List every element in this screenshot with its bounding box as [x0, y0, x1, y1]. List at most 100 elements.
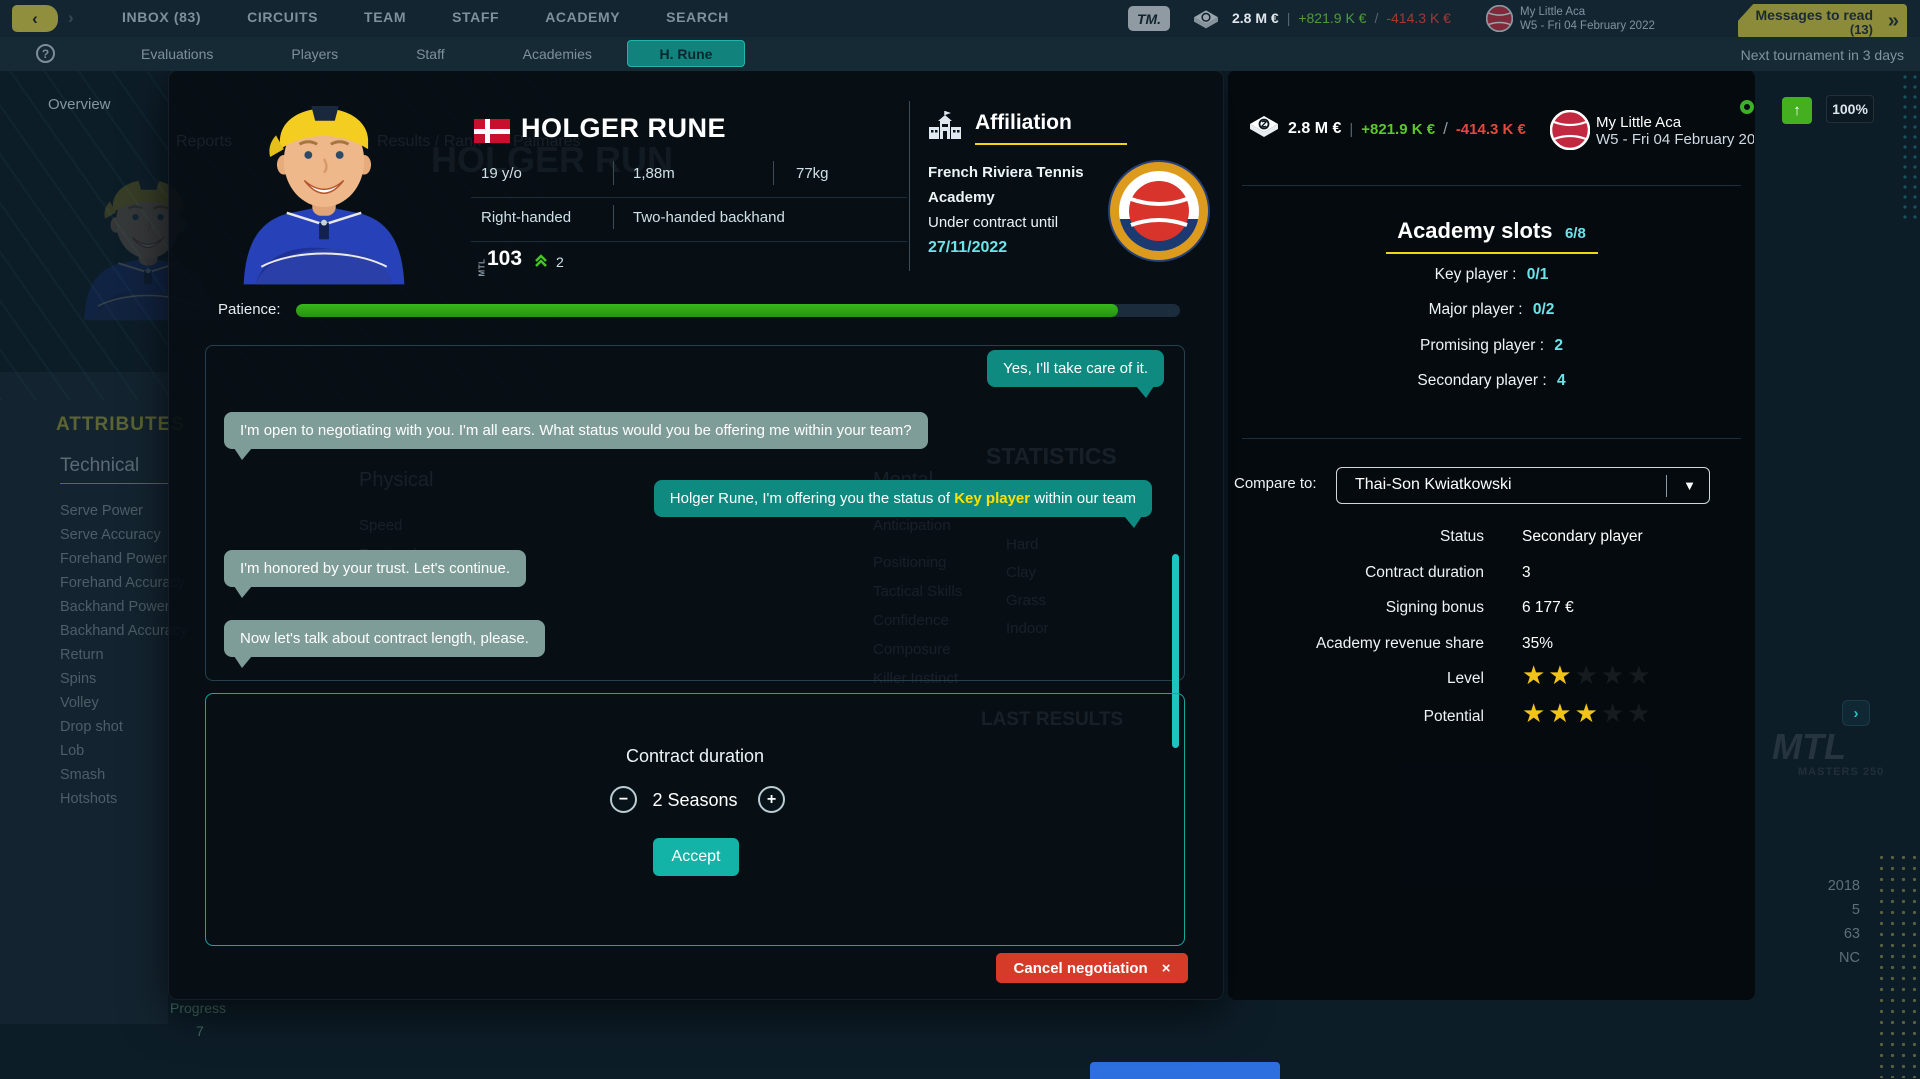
slot-value: 2 — [1554, 337, 1563, 354]
rank-change-value: 2 — [556, 254, 564, 270]
affiliation-contract-text: Under contract until — [928, 214, 1058, 231]
divider — [471, 197, 907, 198]
negotiation-chat: Yes, I'll take care of it. I'm open to n… — [205, 345, 1185, 681]
accept-button[interactable]: Accept — [653, 838, 739, 876]
bottom-blue-button[interactable] — [1090, 1062, 1280, 1079]
patience-bar-fill — [296, 304, 1118, 317]
compare-player-value: Thai-Son Kwiatkowski — [1355, 476, 1512, 494]
tab-h-rune[interactable]: H. Rune — [627, 40, 745, 67]
expand-chevron-button[interactable]: › — [1842, 700, 1870, 726]
dot-grid-decoration — [1876, 852, 1920, 1078]
affiliation-contract-date: 27/11/2022 — [928, 239, 1007, 257]
cancel-negotiation-button[interactable]: Cancel negotiation × — [996, 953, 1188, 983]
money-icon — [1248, 112, 1280, 140]
bg-attr-item: Serve Power — [60, 503, 143, 519]
chat-message: Yes, I'll take care of it. — [987, 350, 1164, 387]
subnav-academies[interactable]: Academies — [523, 46, 592, 62]
slot-row: Key player : 0/1 — [1228, 266, 1755, 284]
affiliation-underline — [975, 143, 1127, 145]
patience-bar — [296, 304, 1180, 317]
chat-message-text: within our team — [1030, 490, 1136, 507]
sub-navigation-bar: ? Evaluations Players Staff Academies H.… — [0, 37, 1920, 71]
academy-slots-count: 6/8 — [1565, 225, 1586, 242]
help-icon[interactable]: ? — [36, 44, 55, 63]
bg-progress-label: Progress — [170, 1000, 226, 1016]
balance-value: 2.8 M € — [1232, 10, 1279, 26]
bg-attributes-title: ATTRIBUTES — [56, 414, 185, 436]
divider — [909, 101, 910, 271]
player-photo — [226, 73, 422, 287]
player-height: 1,88m — [633, 165, 675, 182]
separator: / — [1374, 10, 1378, 26]
refresh-icon — [1740, 100, 1754, 114]
compare-row-label: Academy revenue share — [1228, 635, 1484, 653]
app-screen: Overview ATTRIBUTES Technical Serve Powe… — [0, 0, 1920, 1079]
bg-attr-item: Volley — [60, 695, 99, 711]
messages-to-read-button[interactable]: Messages to read (13) » — [1738, 4, 1907, 39]
academy-side-panel: 2.8 M € | +821.9 K € / -414.3 K € My Lit… — [1228, 70, 1755, 1000]
nav-team[interactable]: TEAM — [364, 9, 406, 25]
back-button[interactable]: ‹ — [12, 5, 58, 32]
nav-inbox[interactable]: INBOX (83) — [122, 9, 201, 25]
nav-staff[interactable]: STAFF — [452, 9, 499, 25]
slot-value: 0/1 — [1527, 266, 1549, 283]
rank-circuit-label: MTL — [477, 259, 486, 277]
dot-grid-decoration — [1900, 72, 1920, 222]
divider — [1242, 185, 1741, 186]
club-info: My Little Aca W5 - Fri 04 February 2022 — [1520, 5, 1655, 33]
chat-message-text: Holger Rune, I'm offering you the status… — [670, 490, 954, 507]
chevron-down-icon: ▼ — [1683, 478, 1696, 493]
bg-attr-item: Smash — [60, 767, 105, 783]
close-icon: × — [1162, 960, 1171, 977]
subnav-evaluations[interactable]: Evaluations — [141, 46, 213, 62]
academy-building-icon — [927, 111, 963, 143]
stars-active: ★★ — [1522, 660, 1575, 690]
expense-value: -414.3 K € — [1386, 10, 1451, 26]
slot-row: Secondary player : 4 — [1228, 372, 1755, 390]
expense-value: -414.3 K € — [1456, 121, 1526, 138]
player-backhand: Two-handed backhand — [633, 209, 785, 226]
tm-logo: TM. — [1128, 6, 1170, 31]
compare-row-value: 6 177 € — [1522, 599, 1574, 617]
compare-row-value: Secondary player — [1522, 528, 1643, 546]
bg-attr-item: Forehand Power — [60, 551, 167, 567]
next-tournament-label: Next tournament in 3 days — [1741, 47, 1904, 63]
club-info: My Little Aca W5 - Fri 04 February 2022 — [1596, 114, 1754, 148]
bg-attr-item: Forehand Accuracy — [60, 575, 185, 591]
chat-message: I'm open to negotiating with you. I'm al… — [224, 412, 928, 449]
income-value: +821.9 K € — [1298, 10, 1366, 26]
nav-search[interactable]: SEARCH — [666, 9, 729, 25]
bg-attr-item: Serve Accuracy — [60, 527, 161, 543]
bg-progress-value: 7 — [196, 1023, 204, 1039]
double-chevron-icon: » — [1888, 10, 1899, 33]
slot-label: Secondary player : — [1417, 372, 1546, 389]
divider — [613, 161, 614, 185]
bg-attr-item: Drop shot — [60, 719, 123, 735]
affiliation-academy-name: French Riviera Tennis — [928, 164, 1084, 181]
club-logo — [1486, 5, 1513, 32]
subnav-players[interactable]: Players — [291, 46, 338, 62]
divider — [613, 205, 614, 229]
denmark-flag-icon — [474, 119, 510, 143]
compare-row-value: 35% — [1522, 635, 1553, 653]
nav-circuits[interactable]: CIRCUITS — [247, 9, 318, 25]
player-hand: Right-handed — [481, 209, 571, 226]
chat-message: I'm honored by your trust. Let's continu… — [224, 550, 526, 587]
potential-label: Potential — [1228, 708, 1484, 726]
top-navigation-bar: ‹ › INBOX (83) CIRCUITS TEAM STAFF ACADE… — [0, 0, 1920, 37]
tab-overview[interactable]: Overview — [48, 96, 111, 113]
compare-row-value: 3 — [1522, 564, 1531, 582]
finance-summary: 2.8 M € | +821.9 K € / -414.3 K € — [1232, 10, 1451, 26]
compare-player-dropdown[interactable]: Thai-Son Kwiatkowski ▼ — [1336, 467, 1710, 504]
affiliation-academy-name: Academy — [928, 189, 995, 206]
subnav-staff[interactable]: Staff — [416, 46, 445, 62]
duration-plus-button[interactable]: + — [758, 786, 785, 813]
chat-message: Holger Rune, I'm offering you the status… — [654, 480, 1152, 517]
forward-button[interactable]: › — [68, 8, 74, 28]
bg-stat-value: NC — [1820, 950, 1860, 966]
level-stars: ★★★★★ — [1522, 662, 1654, 688]
chat-message-highlight: Key player — [954, 490, 1030, 507]
upgrade-arrow-icon[interactable]: ↑ — [1782, 97, 1812, 124]
nav-academy[interactable]: ACADEMY — [545, 9, 620, 25]
divider — [773, 161, 774, 185]
